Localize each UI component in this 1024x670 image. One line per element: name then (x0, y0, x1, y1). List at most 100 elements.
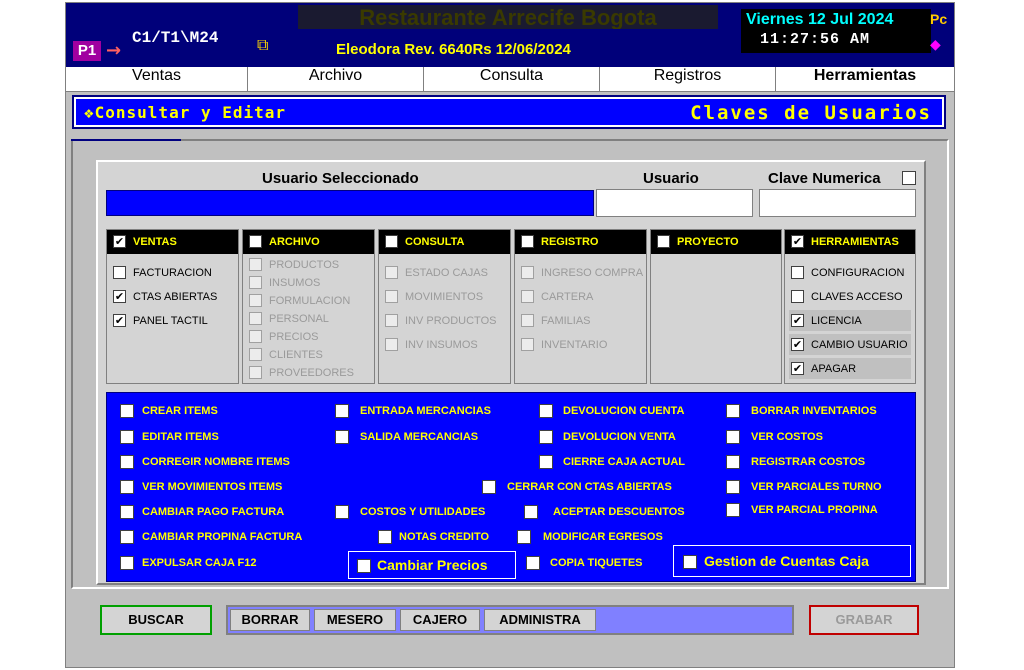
permission-checkbox-copia-tiquetes[interactable] (526, 556, 540, 570)
menu-consulta[interactable]: Consulta (424, 67, 600, 91)
option-checkbox-estado-cajas[interactable] (385, 266, 398, 279)
permission-checkbox-borrar-inventarios[interactable] (726, 404, 740, 418)
network-icon[interactable]: ⧉ (257, 35, 277, 54)
module-title: REGISTRO (541, 236, 599, 248)
option-label: APAGAR (811, 363, 857, 375)
module-ventas: ✔ VENTAS FACTURACION ✔ CTAS ABIERTAS ✔ PANEL T… (106, 229, 239, 384)
permission-checkbox-notas-credito[interactable] (378, 530, 392, 544)
module-checkbox-herramientas[interactable]: ✔ (791, 235, 804, 248)
option-checkbox-inv-insumos[interactable] (385, 338, 398, 351)
permission-checkbox-editar-items[interactable] (120, 430, 134, 444)
option-label: PANEL TACTIL (133, 315, 208, 327)
option-checkbox-licencia[interactable]: ✔ (791, 314, 804, 327)
numeric-key-label: Clave Numerica (768, 170, 881, 187)
role-button-borrar[interactable]: BORRAR (230, 609, 310, 631)
permission-checkbox-gestion-de-cuentas-caja[interactable] (683, 555, 697, 569)
option-checkbox-configuracion[interactable] (791, 266, 804, 279)
option-checkbox-personal[interactable] (249, 312, 262, 325)
option-label: INVENTARIO (541, 339, 608, 351)
option-checkbox-productos[interactable] (249, 258, 262, 271)
permission-checkbox-ver-movimientos-items[interactable] (120, 480, 134, 494)
permission-checkbox-cambiar-precios[interactable] (357, 559, 371, 573)
module-header: ARCHIVO (243, 230, 374, 254)
permission-checkbox-entrada-mercancias[interactable] (335, 404, 349, 418)
save-button[interactable]: GRABAR (809, 605, 919, 635)
option-checkbox-precios[interactable] (249, 330, 262, 343)
option-checkbox-familias[interactable] (521, 314, 534, 327)
option-checkbox-claves-acceso[interactable] (791, 290, 804, 303)
permission-checkbox-cerrar-con-ctas-abiertas[interactable] (482, 480, 496, 494)
permission-label: CAMBIAR PAGO FACTURA (142, 506, 285, 518)
permission-checkbox-devolucion-cuenta[interactable] (539, 404, 553, 418)
permission-checkbox-ver-parciales-turno[interactable] (726, 480, 740, 494)
menu-registros[interactable]: Registros (600, 67, 776, 91)
permission-checkbox-ver-costos[interactable] (726, 430, 740, 444)
permission-checkbox-cierre-caja-actual[interactable] (539, 455, 553, 469)
permission-checkbox-ver-parcial-propina[interactable] (726, 503, 740, 517)
user-input[interactable] (596, 189, 753, 217)
option-checkbox-proveedores[interactable] (249, 366, 262, 379)
menu-herramientas[interactable]: Herramientas (776, 67, 954, 91)
selected-user-field[interactable] (106, 190, 594, 216)
key-input[interactable] (759, 189, 916, 217)
option-checkbox-ctas-abiertas[interactable]: ✔ (113, 290, 126, 303)
permission-checkbox-salida-mercancias[interactable] (335, 430, 349, 444)
revision-label: Eleodora Rev. 6640Rs 12/06/2024 (336, 41, 571, 58)
permission-label: EDITAR ITEMS (142, 431, 219, 443)
role-button-administra[interactable]: ADMINISTRA (484, 609, 596, 631)
option-checkbox-cartera[interactable] (521, 290, 534, 303)
module-consulta: CONSULTA ESTADO CAJAS MOVIMIENTOS INV PRODU… (378, 229, 511, 384)
permission-checkbox-cambiar-pago-factura[interactable] (120, 505, 134, 519)
option-label: CARTERA (541, 291, 594, 303)
panel-tab-line (71, 139, 181, 141)
search-button[interactable]: BUSCAR (100, 605, 212, 635)
option-label: FACTURACION (133, 267, 212, 279)
option-label: INSUMOS (269, 277, 321, 289)
permission-group-cambiar-precios: Cambiar Precios (348, 551, 516, 579)
permission-checkbox-cambiar-propina-factura[interactable] (120, 530, 134, 544)
menu-archivo[interactable]: Archivo (248, 67, 424, 91)
option-checkbox-inventario[interactable] (521, 338, 534, 351)
numeric-key-checkbox[interactable] (902, 171, 916, 185)
option-label: CLIENTES (269, 349, 323, 361)
module-checkbox-archivo[interactable] (249, 235, 262, 248)
permission-checkbox-modificar-egresos[interactable] (517, 530, 531, 544)
permission-checkbox-costos-y-utilidades[interactable] (335, 505, 349, 519)
option-checkbox-inv-productos[interactable] (385, 314, 398, 327)
role-button-cajero[interactable]: CAJERO (400, 609, 480, 631)
permission-checkbox-crear-items[interactable] (120, 404, 134, 418)
menu-ventas[interactable]: Ventas (66, 67, 248, 91)
option-checkbox-movimientos[interactable] (385, 290, 398, 303)
option-checkbox-facturacion[interactable] (113, 266, 126, 279)
corner-label: Pc (930, 11, 948, 27)
user-label: Usuario (643, 170, 699, 187)
option-label: PRECIOS (269, 331, 319, 343)
arrow-icon: → (106, 40, 122, 61)
option-checkbox-panel-tactil[interactable]: ✔ (113, 314, 126, 327)
header-right-title: Claves de Usuarios (690, 102, 932, 124)
permission-label: VER PARCIAL PROPINA (751, 504, 878, 516)
permission-label: EXPULSAR CAJA F12 (142, 557, 257, 569)
role-button-mesero[interactable]: MESERO (314, 609, 396, 631)
permission-checkbox-corregir-nombre-items[interactable] (120, 455, 134, 469)
module-checkbox-registro[interactable] (521, 235, 534, 248)
permission-checkbox-aceptar-descuentos[interactable] (524, 505, 538, 519)
module-checkbox-ventas[interactable]: ✔ (113, 235, 126, 248)
option-checkbox-insumos[interactable] (249, 276, 262, 289)
permission-checkbox-devolucion-venta[interactable] (539, 430, 553, 444)
option-checkbox-apagar[interactable]: ✔ (791, 362, 804, 375)
permission-label: ENTRADA MERCANCIAS (360, 405, 491, 417)
current-time: 11:27:56 AM (760, 31, 871, 48)
permission-checkbox-registrar-costos[interactable] (726, 455, 740, 469)
current-date: Viernes 12 Jul 2024 (746, 11, 894, 28)
option-label: LICENCIA (811, 315, 862, 327)
option-checkbox-formulacion[interactable] (249, 294, 262, 307)
option-checkbox-cambio-usuario[interactable]: ✔ (791, 338, 804, 351)
option-label: CLAVES ACCESO (811, 291, 903, 303)
module-checkbox-consulta[interactable] (385, 235, 398, 248)
option-checkbox-ingreso-compra[interactable] (521, 266, 534, 279)
permission-checkbox-expulsar-caja-f12[interactable] (120, 556, 134, 570)
module-checkbox-proyecto[interactable] (657, 235, 670, 248)
option-label: FORMULACION (269, 295, 351, 307)
option-checkbox-clientes[interactable] (249, 348, 262, 361)
